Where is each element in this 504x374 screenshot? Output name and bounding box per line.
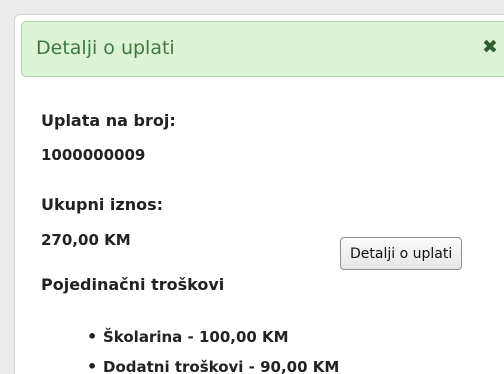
total-amount-value: 270,00 KM — [41, 231, 131, 249]
total-amount-label: Ukupni iznos: — [41, 195, 164, 214]
close-icon[interactable]: ✖ — [478, 35, 502, 59]
payment-number-label: Uplata na broj: — [41, 111, 176, 130]
cost-item-additional: Dodatni troškovi - 90,00 KM — [87, 352, 339, 374]
payment-number-value: 1000000009 — [41, 146, 146, 164]
individual-costs-label: Pojedinačni troškovi — [41, 275, 225, 294]
costs-list: Školarina - 100,00 KM Dodatni troškovi -… — [87, 322, 339, 374]
payment-details-panel: Detalji o uplati ✖ Uplata na broj: 10000… — [14, 14, 504, 374]
panel-title: Detalji o uplati — [36, 37, 175, 59]
panel-header: Detalji o uplati ✖ — [21, 21, 504, 77]
payment-details-button[interactable]: Detalji o uplati — [340, 237, 463, 270]
cost-item-tuition: Školarina - 100,00 KM — [87, 322, 339, 352]
